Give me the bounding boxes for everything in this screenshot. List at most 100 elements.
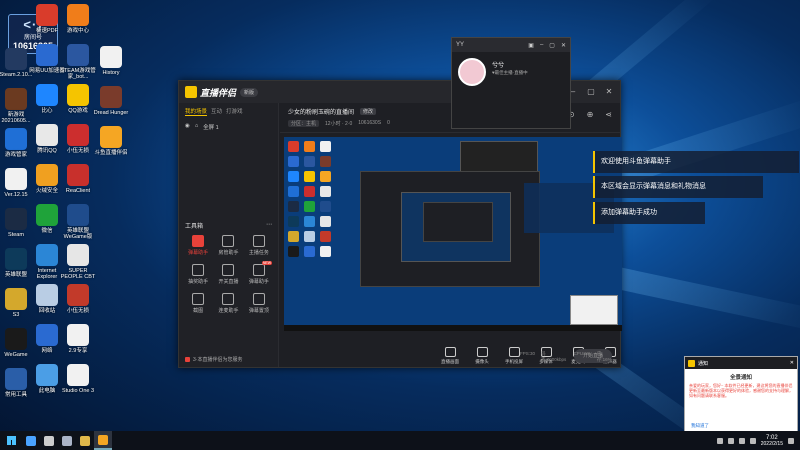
desktop-icon-label: SUPER PEOPLE CBT xyxy=(60,268,96,280)
update-notice[interactable]: 通知 ✕ 全景通知 亲爱的玩家，您好~ 本软件已经更新，建议将您的直播伴侣更新至… xyxy=(684,356,798,434)
edit-title-button[interactable]: 修改 xyxy=(360,108,377,115)
maximize-icon[interactable]: ▢ xyxy=(586,87,596,97)
close-icon[interactable]: ✕ xyxy=(604,87,614,97)
stat-fps: FPS:30 xyxy=(520,351,536,356)
link-icon[interactable]: ⊕ xyxy=(587,110,594,119)
notice-ok-link[interactable]: 我知道了 xyxy=(691,423,709,429)
desktop-icon-label: 2.9专享 xyxy=(68,348,88,354)
app-icon xyxy=(36,4,58,26)
yy-maximize-icon[interactable]: ▢ xyxy=(549,42,555,49)
scene-item[interactable]: ◉ ⌂ 全屏 1 xyxy=(179,120,278,134)
app-icon xyxy=(36,284,58,306)
share-icon[interactable]: ⋖ xyxy=(605,110,612,119)
app-icon xyxy=(67,44,89,66)
app-icon xyxy=(5,248,27,270)
desktop-icon[interactable]: 2.9专享 xyxy=(58,324,98,354)
yy-pin-icon[interactable]: ▣ xyxy=(528,42,534,49)
notice-close-icon[interactable]: ✕ xyxy=(790,360,794,366)
tool-label: 弹幕置顶 xyxy=(248,308,269,314)
taskbar-app-icon xyxy=(62,435,72,446)
yy-window[interactable]: YY ▣ – ▢ ✕ 兮兮 ♥最佳主播·直播中 xyxy=(451,37,571,129)
app-icon xyxy=(67,284,89,306)
source-control[interactable]: 摄像头 xyxy=(472,347,492,365)
tool-item[interactable]: 主播任务 xyxy=(244,235,274,256)
taskbar-apps xyxy=(22,431,112,450)
app-icon xyxy=(5,48,27,70)
tool-icon xyxy=(252,293,265,305)
network-icon[interactable] xyxy=(738,437,745,444)
desktop-icon[interactable]: 斗鱼直播伴侣 xyxy=(91,126,131,156)
tab-interact[interactable]: 互动 xyxy=(211,107,222,116)
tool-item[interactable]: 开关直播 xyxy=(213,264,243,285)
source-icon xyxy=(508,347,520,357)
settings-app[interactable] xyxy=(40,431,58,450)
more-icon[interactable]: ⋯ xyxy=(266,221,272,230)
stream-category[interactable]: 分区：主机 xyxy=(288,120,320,127)
left-status-text: 3·本直播伴侣为您服务 xyxy=(193,357,243,363)
preview-icon xyxy=(320,231,331,242)
preview-icon xyxy=(288,156,299,167)
notification-icon[interactable] xyxy=(788,437,794,444)
tool-item[interactable]: 弹幕助手 NEW xyxy=(244,261,274,285)
stream-preview[interactable] xyxy=(284,137,622,331)
app-icon xyxy=(67,164,89,186)
scene-label: 全屏 1 xyxy=(203,125,219,131)
tool-item[interactable]: 房管助手 xyxy=(213,235,243,256)
yy-status: ♥最佳主播·直播中 xyxy=(492,70,528,75)
danmaku-message: 欢迎使用斗鱼弹幕助手 xyxy=(593,151,799,173)
app-icon xyxy=(5,208,27,230)
taskbar-app-icon xyxy=(44,435,54,446)
lock-icon[interactable]: ⌂ xyxy=(195,123,198,131)
start-app[interactable] xyxy=(22,431,40,450)
preview-icon xyxy=(288,186,299,197)
app-icon xyxy=(100,46,122,68)
tool-item[interactable]: 抽奖助手 xyxy=(183,264,213,285)
desktop-icon[interactable]: History xyxy=(91,46,131,76)
tool-item[interactable]: 弹幕助手 xyxy=(183,235,213,256)
version-badge[interactable]: 新版 xyxy=(240,87,259,97)
tool-item[interactable]: 连麦助手 xyxy=(213,293,243,314)
tool-label: 主播任务 xyxy=(248,250,269,256)
tool-label: 连麦助手 xyxy=(218,308,239,314)
start-button[interactable] xyxy=(0,431,22,450)
stream-title: 少女的粉刷玉碗的直播间 xyxy=(288,110,355,116)
eye-icon[interactable]: ◉ xyxy=(185,123,190,131)
preview-icon xyxy=(320,201,331,212)
steam-app[interactable] xyxy=(58,431,76,450)
desktop-icon[interactable]: 英雄联盟WeGame版 xyxy=(58,204,98,240)
app-icon xyxy=(100,126,122,148)
live-app[interactable] xyxy=(94,431,112,450)
tool-item[interactable]: 弹幕置顶 xyxy=(244,293,274,314)
desktop-icon[interactable]: Studio One 3 xyxy=(58,364,98,394)
yy-avatar[interactable] xyxy=(458,58,486,86)
yy-close-icon[interactable]: ✕ xyxy=(561,42,566,49)
stream-viewers: 0 xyxy=(387,120,390,126)
preview-icon xyxy=(304,246,315,257)
tray-icon[interactable] xyxy=(716,437,723,444)
clock-date: 2022/2/15 xyxy=(760,440,783,447)
volume-icon[interactable] xyxy=(749,437,756,444)
folder-app[interactable] xyxy=(76,431,94,450)
yy-minimize-icon[interactable]: – xyxy=(540,42,543,49)
source-control[interactable]: 直播画面 xyxy=(440,347,460,365)
desktop-icon[interactable]: 小伍无损 xyxy=(58,284,98,314)
tab-scenes[interactable]: 我的场景 xyxy=(185,107,208,116)
tab-game[interactable]: 打游戏 xyxy=(226,107,243,116)
toolbox-label: 工具箱 xyxy=(185,224,204,230)
left-status: 3·本直播伴侣为您服务 xyxy=(185,356,274,363)
yy-titlebar[interactable]: YY ▣ – ▢ ✕ xyxy=(452,38,570,52)
desktop-icon[interactable]: ReaClient xyxy=(58,164,98,194)
new-badge: NEW xyxy=(261,261,272,265)
preview-icon xyxy=(320,246,331,257)
app-icon xyxy=(5,88,27,110)
danmaku-message: 添加弹幕助手成功 xyxy=(593,202,705,224)
desktop-icon[interactable]: Dread Hunger xyxy=(91,86,131,116)
desktop-icon[interactable]: 游戏中心 xyxy=(58,4,98,34)
tool-item[interactable]: 截图 xyxy=(183,293,213,314)
desktop-icon[interactable]: SUPER PEOPLE CBT xyxy=(58,244,98,280)
clock[interactable]: 7:02 2022/2/15 xyxy=(761,435,783,447)
app-icon xyxy=(36,84,58,106)
preview-icon xyxy=(304,156,315,167)
app-icon xyxy=(36,244,58,266)
tray-icon[interactable] xyxy=(727,437,734,444)
